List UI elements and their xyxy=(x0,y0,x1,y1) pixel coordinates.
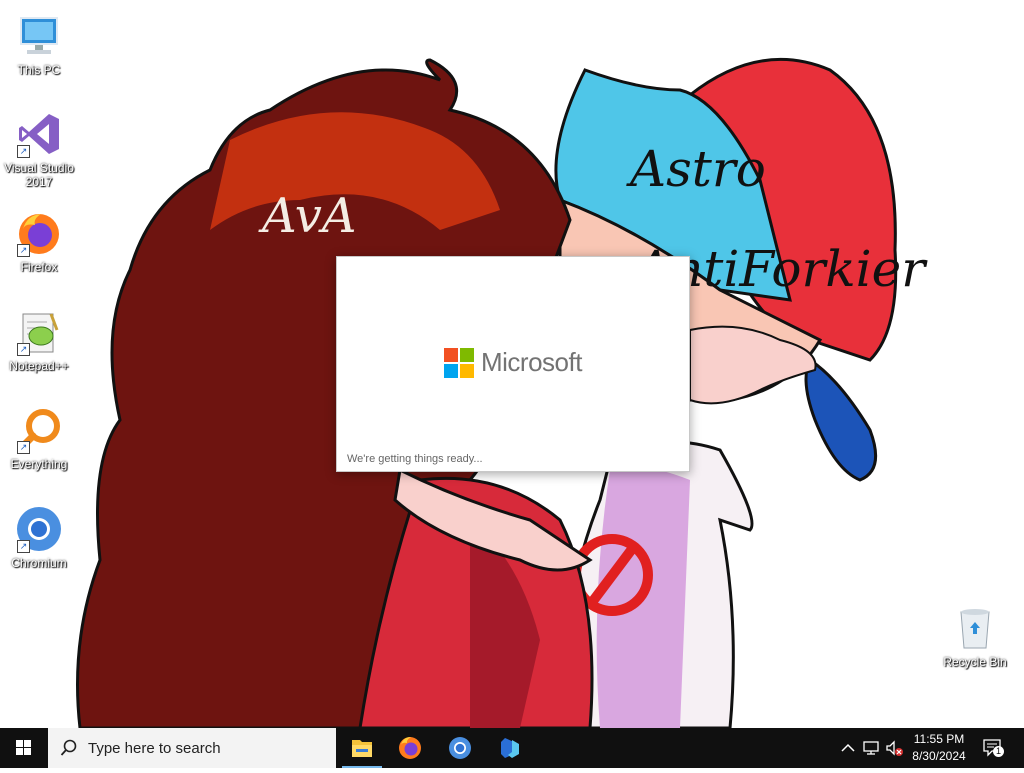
desktop-icon-visual-studio[interactable]: ↗ Visual Studio 2017 xyxy=(0,104,78,196)
desktop-icon-label: Everything xyxy=(10,457,68,471)
desktop-icon-this-pc[interactable]: This PC xyxy=(0,6,78,98)
shortcut-arrow-icon: ↗ xyxy=(17,540,30,553)
microsoft-splash-dialog: Microsoft We're getting things ready... xyxy=(336,256,690,472)
chromium-icon xyxy=(449,737,471,759)
computer-icon xyxy=(15,12,63,60)
notepad-plus-plus-icon: ↗ xyxy=(15,308,63,356)
taskbar-app-copilot[interactable] xyxy=(486,728,534,768)
firefox-icon: ↗ xyxy=(15,209,63,257)
taskbar-app-chromium[interactable] xyxy=(436,728,484,768)
recycle-bin-icon xyxy=(951,604,999,652)
microsoft-logo-icon xyxy=(444,348,474,378)
chevron-up-icon[interactable] xyxy=(838,738,858,758)
file-explorer-icon xyxy=(352,740,372,757)
shortcut-arrow-icon: ↗ xyxy=(17,145,30,158)
firefox-icon xyxy=(399,737,421,759)
shortcut-arrow-icon: ↗ xyxy=(17,244,30,257)
search-placeholder-text: Type here to search xyxy=(88,740,221,757)
desktop-icon-label: Visual Studio 2017 xyxy=(4,161,74,189)
notification-icon[interactable]: 1 xyxy=(982,738,1004,758)
start-button[interactable] xyxy=(0,728,48,768)
desktop-icon-label: Notepad++ xyxy=(9,359,69,373)
taskbar: Type here to search 11:55 PM 8/30/2024 1 xyxy=(0,728,1024,768)
logo-square-yellow xyxy=(460,364,474,378)
chromium-icon: ↗ xyxy=(15,505,63,553)
logo-square-red xyxy=(444,348,458,362)
shortcut-arrow-icon: ↗ xyxy=(17,343,30,356)
logo-square-blue xyxy=(444,364,458,378)
desktop-icon-recycle-bin[interactable]: Recycle Bin xyxy=(936,598,1014,690)
volume-muted-icon[interactable] xyxy=(884,738,904,758)
desktop-icon-label: Chromium xyxy=(11,556,67,570)
splash-status-text: We're getting things ready... xyxy=(347,453,483,465)
windows-logo-icon xyxy=(16,740,31,755)
wallpaper-text-astro: Astro xyxy=(630,140,766,198)
logo-square-green xyxy=(460,348,474,362)
visual-studio-icon: ↗ xyxy=(15,110,63,158)
clock-time[interactable]: 11:55 PM xyxy=(904,732,974,746)
desktop-icon-firefox[interactable]: ↗ Firefox xyxy=(0,203,78,295)
taskbar-app-file-explorer[interactable] xyxy=(338,728,386,768)
desktop-icon-chromium[interactable]: ↗ Chromium xyxy=(0,499,78,591)
search-icon xyxy=(60,739,77,756)
desktop-icon-everything[interactable]: ↗ Everything xyxy=(0,400,78,492)
network-icon[interactable] xyxy=(861,738,881,758)
copilot-icon xyxy=(501,738,519,758)
desktop-icon-label: This PC xyxy=(17,63,61,77)
microsoft-wordmark: Microsoft xyxy=(481,347,582,377)
wallpaper-text-ava: AvA xyxy=(262,188,357,244)
everything-search-icon: ↗ xyxy=(15,406,63,454)
clock-date[interactable]: 8/30/2024 xyxy=(904,749,974,763)
taskbar-app-firefox[interactable] xyxy=(386,728,434,768)
desktop-icon-notepad-plus-plus[interactable]: ↗ Notepad++ xyxy=(0,302,78,394)
shortcut-arrow-icon: ↗ xyxy=(17,441,30,454)
desktop-icon-label: Firefox xyxy=(20,260,58,274)
desktop-icon-label: Recycle Bin xyxy=(943,655,1007,669)
notification-count-badge: 1 xyxy=(993,746,1004,757)
taskbar-search-box[interactable]: Type here to search xyxy=(48,728,336,768)
